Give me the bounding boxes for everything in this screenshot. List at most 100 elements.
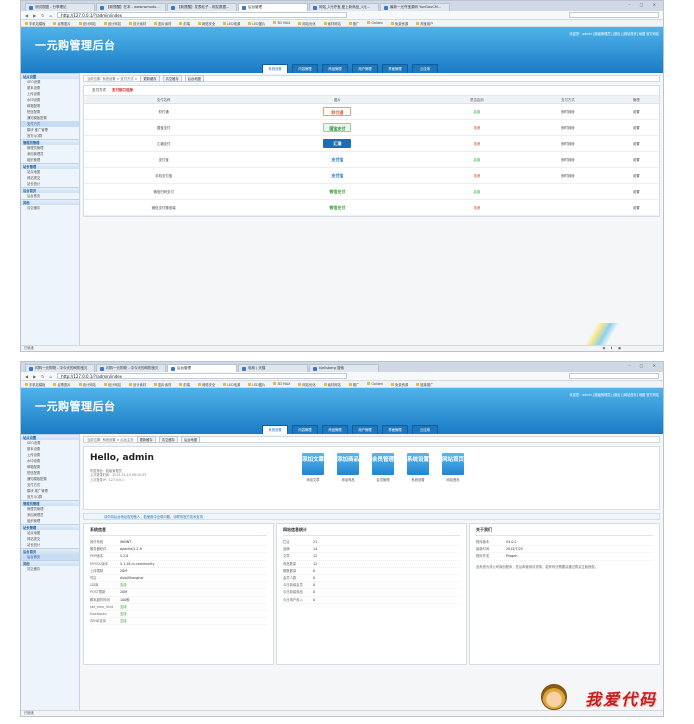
quick-action-tile[interactable]: 会员管理 [372,453,394,475]
bookmark-item[interactable]: 推广 [349,21,360,26]
payment-setting-link[interactable]: 设置 [613,103,659,120]
bookmark-item[interactable]: 3D MAX [273,21,290,25]
bookmark-item[interactable]: 设计网站 [104,21,121,26]
payment-setting-link[interactable]: 设置 [613,167,659,184]
payment-setting-link[interactable]: 设置 [613,151,659,168]
payment-setting-link[interactable]: 设置 [613,135,659,152]
payment-state[interactable]: 关闭 [431,135,523,152]
url-input[interactable]: http://127.0.0.1/?/admin/index [57,373,348,379]
bookmark-item[interactable]: 手机站模板 [25,382,45,387]
bookmark-item[interactable]: 免费资源 [391,21,408,26]
user-line[interactable]: 欢迎您：admin [超级管理员] [退出] [网站首页] 地图 官方网站 [570,31,659,36]
bookmark-item[interactable]: 链接推广 [416,382,433,387]
browser-tab[interactable]: 网站_1元夺宝,爱上新商品_1元... [309,3,379,11]
bookmark-item[interactable]: 设计网站 [79,21,96,26]
bookmark-item[interactable]: 网络安全 [198,21,215,26]
update-cache-button[interactable]: 更新缓存 [136,436,156,443]
home-icon[interactable]: ⌂ [50,13,53,18]
bookmark-item[interactable]: 推广 [349,382,360,387]
forward-icon[interactable]: ▶ [33,374,36,379]
bookmark-item[interactable]: 谷歌图片 [53,21,70,26]
menu-content[interactable]: 内容管理 [292,64,318,73]
user-line[interactable]: 欢迎您：admin [超级管理员] [退出] [网站首页] 地图 官方网站 [570,392,659,397]
update-cache-button[interactable]: 更新缓存 [140,75,160,82]
quick-action-tile[interactable]: 添加文章 [302,453,324,475]
browser-tab[interactable]: 闪购一元购物 - 中今天的网购宝贝 [96,364,166,372]
browser-tab[interactable]: 闪购一元购物 - 中今天的网购宝贝 [25,364,95,372]
back-icon[interactable]: ◀ [25,13,28,18]
payment-state[interactable]: 启用 [431,183,523,200]
bookmark-item[interactable]: 设计网站 [79,382,96,387]
back-icon[interactable]: ◀ [25,374,28,379]
menu-cloud[interactable]: 云应用 [412,64,438,73]
quick-action[interactable]: 会员管理 会员管理 [372,453,394,482]
bookmark-item[interactable]: 网站优化 [298,382,315,387]
forward-icon[interactable]: ▶ [33,13,36,18]
admin-map-button[interactable]: 后台地图 [180,436,201,443]
browser-tab-active[interactable]: 后台管理 [238,3,308,11]
payment-state[interactable]: 关闭 [431,167,523,184]
browser-tab[interactable]: 电商 | 天猫 [238,364,308,372]
bookmark-item[interactable]: 网站优化 [298,21,315,26]
payment-state[interactable]: 启用 [431,103,523,120]
payment-state[interactable]: 关闭 [431,119,523,136]
menu-system-settings[interactable]: 系统设置 [262,64,288,73]
search-input[interactable] [569,12,659,18]
url-input[interactable]: http://127.0.0.1/?/admin/index [57,12,348,18]
bookmark-item[interactable]: 前端 [179,21,190,26]
menu-interface[interactable]: 界面管理 [382,425,408,434]
menu-interface[interactable]: 界面管理 [382,64,408,73]
bookmark-item[interactable]: 前端 [179,382,190,387]
reload-icon[interactable]: ↻ [41,374,44,379]
payment-setting-link[interactable]: 设置 [613,199,659,216]
bookmark-item[interactable]: 素材网站 [324,21,341,26]
browser-tab-active[interactable]: 后台管理 [167,364,237,372]
bookmark-item[interactable]: LED图片 [248,21,265,26]
window-controls[interactable]: – ▢ ✕ [628,2,660,7]
payment-setting-link[interactable]: 设置 [613,119,659,136]
bookmark-item[interactable]: LED电源 [223,382,240,387]
bookmark-item[interactable]: 淘宝用户 [416,21,433,26]
quick-action-tile[interactable]: 网站首页 [442,453,464,475]
bookmark-item[interactable]: 网络安全 [198,382,215,387]
sidebar-item[interactable]: 清空缓存 [21,566,79,572]
bookmark-item[interactable]: 图片素材 [154,21,171,26]
clear-cache-button[interactable]: 清空缓存 [162,75,182,82]
menu-cloud[interactable]: 云应用 [412,425,438,434]
admin-map-button[interactable]: 后台地图 [184,75,204,82]
bookmark-item[interactable]: 3D MAX [273,382,290,386]
sidebar-item[interactable]: 清空缓存 [21,205,79,211]
bookmark-item[interactable]: LED电源 [223,21,240,26]
menu-goods[interactable]: 商品管理 [322,64,348,73]
quick-action[interactable]: 网站首页 网站首页 [442,453,464,482]
menu-goods[interactable]: 商品管理 [322,425,348,434]
quick-action-caption[interactable]: 添加商品 [337,477,359,482]
subtab-select-interface[interactable]: 支付接口选择 [112,88,133,93]
payment-setting-link[interactable]: 设置 [613,183,659,200]
bookmark-item[interactable]: 设计素材 [129,382,146,387]
browser-tab[interactable]: 【新提醒】在本 - www.wmodu... [96,3,166,11]
bookmark-item[interactable]: 设计网站 [104,382,121,387]
bookmark-item[interactable]: 谷歌图片 [53,382,70,387]
reload-icon[interactable]: ↻ [41,13,44,18]
bookmark-item[interactable]: 素材网站 [324,382,341,387]
bookmark-item[interactable]: 设计素材 [129,21,146,26]
browser-tab[interactable]: 测试视图 - 分享理论 [25,3,95,11]
search-input[interactable] [569,373,659,379]
bookmark-item[interactable]: Golden [367,21,383,25]
bookmark-item[interactable]: 图片素材 [154,382,171,387]
payment-state[interactable]: 关闭 [431,199,523,216]
quick-action-caption[interactable]: 系统设置 [407,477,429,482]
browser-tab[interactable]: 【新提醒】发表帖子 - 网友数据... [167,3,237,11]
browser-tab[interactable]: 最新一元夺宝源码 YunGouCM... [380,3,450,11]
payment-state[interactable]: 启用 [431,151,523,168]
menu-users[interactable]: 用户管理 [352,64,378,73]
bookmark-item[interactable]: 免费资源 [391,382,408,387]
bookmark-item[interactable]: Golden [367,382,383,386]
quick-action[interactable]: 系统设置 系统设置 [407,453,429,482]
browser-tab[interactable]: kjellsberg 搜索 [309,364,379,372]
quick-action[interactable]: 添加文章 添加文章 [302,453,324,482]
subtab-payment-methods[interactable]: 支付方式 [92,88,106,93]
quick-action[interactable]: 添加商品 添加商品 [337,453,359,482]
home-icon[interactable]: ⌂ [50,374,53,379]
